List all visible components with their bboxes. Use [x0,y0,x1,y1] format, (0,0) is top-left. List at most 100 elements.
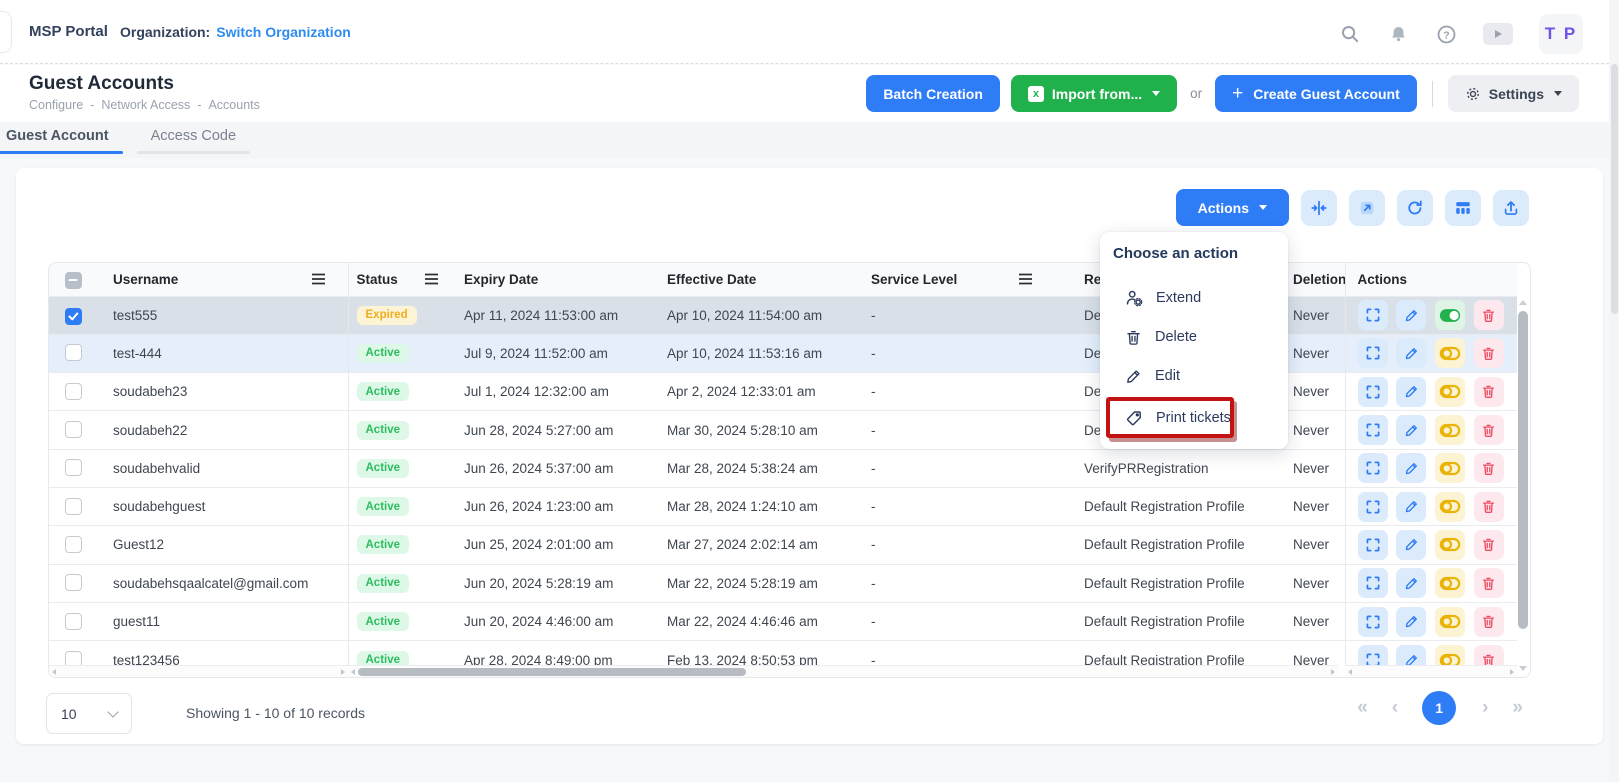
table-row[interactable]: Guest12 Active Jun 25, 2024 2:01:00 am M… [49,526,1517,564]
notifications-bell-icon[interactable] [1387,23,1409,45]
menu-item-extend[interactable]: Extend [1110,279,1278,317]
scroll-up-arrow-icon[interactable] [1519,300,1527,305]
row-fullscreen-button[interactable] [1358,607,1388,637]
row-delete-button[interactable] [1474,415,1504,445]
row-toggle-button[interactable] [1435,530,1465,560]
next-page-button[interactable]: › [1482,697,1486,719]
table-row[interactable]: guest11 Active Jun 20, 2024 4:46:00 am M… [49,602,1517,640]
table-row[interactable]: test555 Expired Apr 11, 2024 11:53:00 am… [49,296,1517,334]
export-icon[interactable] [1493,190,1529,226]
vertical-scrollbar-thumb[interactable] [1518,311,1528,629]
avatar[interactable]: T P [1539,14,1583,54]
row-delete-button[interactable] [1474,377,1504,407]
vertical-scrollbar[interactable] [1516,297,1529,674]
row-checkbox[interactable] [65,536,82,553]
row-delete-button[interactable] [1474,568,1504,598]
prev-page-button[interactable]: ‹ [1392,697,1396,719]
row-edit-button[interactable] [1396,415,1426,445]
row-toggle-button[interactable] [1435,453,1465,483]
select-all-checkbox[interactable] [65,272,82,289]
column-menu-icon[interactable] [424,273,439,285]
row-checkbox[interactable] [65,308,82,325]
row-edit-button[interactable] [1396,377,1426,407]
actions-dropdown-button[interactable]: Actions [1176,189,1289,226]
browser-scrollbar[interactable] [1609,0,1619,782]
horizontal-scrollbar-right[interactable] [1345,665,1517,677]
row-toggle-button[interactable] [1435,415,1465,445]
row-checkbox[interactable] [65,613,82,630]
scroll-down-arrow-icon[interactable] [1519,666,1527,671]
row-delete-button[interactable] [1474,607,1504,637]
horizontal-scrollbar-left[interactable] [49,665,348,677]
batch-creation-button[interactable]: Batch Creation [866,75,1000,112]
row-toggle-button[interactable] [1435,338,1465,368]
row-delete-button[interactable] [1474,453,1504,483]
collapse-columns-icon[interactable] [1301,190,1337,226]
fullscreen-icon [1365,384,1381,400]
row-toggle-button[interactable] [1435,568,1465,598]
horizontal-scrollbar-thumb[interactable] [358,668,746,676]
row-toggle-button[interactable] [1435,607,1465,637]
horizontal-scrollbar-main[interactable] [348,665,1338,677]
row-checkbox[interactable] [65,498,82,515]
row-edit-button[interactable] [1396,300,1426,330]
row-fullscreen-button[interactable] [1358,415,1388,445]
column-menu-icon[interactable] [1018,273,1033,285]
table-row[interactable]: soudabeh23 Active Jul 1, 2024 12:32:00 a… [49,373,1517,411]
row-fullscreen-button[interactable] [1358,492,1388,522]
row-edit-button[interactable] [1396,338,1426,368]
row-delete-button[interactable] [1474,300,1504,330]
page-size-select[interactable]: 10 [46,693,132,734]
current-page-button[interactable]: 1 [1422,691,1456,725]
row-fullscreen-button[interactable] [1358,453,1388,483]
row-fullscreen-button[interactable] [1358,377,1388,407]
refresh-icon[interactable] [1397,190,1433,226]
tab-guest-account[interactable]: Guest Account [0,122,123,158]
row-delete-button[interactable] [1474,492,1504,522]
table-row[interactable]: soudabehguest Active Jun 26, 2024 1:23:0… [49,487,1517,525]
browser-scrollbar-thumb[interactable] [1611,64,1618,314]
video-tutorial-icon[interactable] [1483,23,1513,45]
create-guest-account-button[interactable]: + Create Guest Account [1215,75,1417,112]
help-icon[interactable]: ? [1435,23,1457,45]
columns-icon[interactable] [1445,190,1481,226]
row-delete-button[interactable] [1474,530,1504,560]
row-edit-button[interactable] [1396,492,1426,522]
open-external-icon[interactable] [1349,190,1385,226]
row-delete-button[interactable] [1474,338,1504,368]
cell-deletion: Never [1289,449,1345,487]
row-checkbox[interactable] [65,344,82,361]
row-toggle-button[interactable] [1435,300,1465,330]
row-edit-button[interactable] [1396,607,1426,637]
row-checkbox[interactable] [65,421,82,438]
row-fullscreen-button[interactable] [1358,338,1388,368]
table-row[interactable]: test-444 Active Jul 9, 2024 11:52:00 am … [49,334,1517,372]
row-fullscreen-button[interactable] [1358,530,1388,560]
cell-actions [1345,411,1517,449]
import-from-button[interactable]: x Import from... [1011,75,1177,112]
row-edit-button[interactable] [1396,568,1426,598]
menu-item-print-tickets[interactable]: Print tickets [1110,399,1278,437]
row-toggle-button[interactable] [1435,492,1465,522]
row-checkbox[interactable] [65,574,82,591]
row-edit-button[interactable] [1396,453,1426,483]
last-page-button[interactable]: » [1512,697,1521,719]
menu-item-edit[interactable]: Edit [1110,357,1278,395]
menu-item-delete[interactable]: Delete [1110,318,1278,356]
row-edit-button[interactable] [1396,530,1426,560]
table-row[interactable]: soudabehsqaalcatel@gmail.com Active Jun … [49,564,1517,602]
row-fullscreen-button[interactable] [1358,300,1388,330]
row-checkbox[interactable] [65,383,82,400]
column-header-service-level: Service Level [871,272,957,287]
settings-button[interactable]: Settings [1448,75,1579,112]
row-fullscreen-button[interactable] [1358,568,1388,598]
switch-organization-link[interactable]: Switch Organization [216,24,351,40]
table-row[interactable]: soudabeh22 Active Jun 28, 2024 5:27:00 a… [49,411,1517,449]
row-toggle-button[interactable] [1435,377,1465,407]
first-page-button[interactable]: « [1357,697,1366,719]
table-row[interactable]: soudabehvalid Active Jun 26, 2024 5:37:0… [49,449,1517,487]
tab-access-code[interactable]: Access Code [137,122,250,158]
search-icon[interactable] [1339,23,1361,45]
column-menu-icon[interactable] [311,273,326,285]
row-checkbox[interactable] [65,459,82,476]
